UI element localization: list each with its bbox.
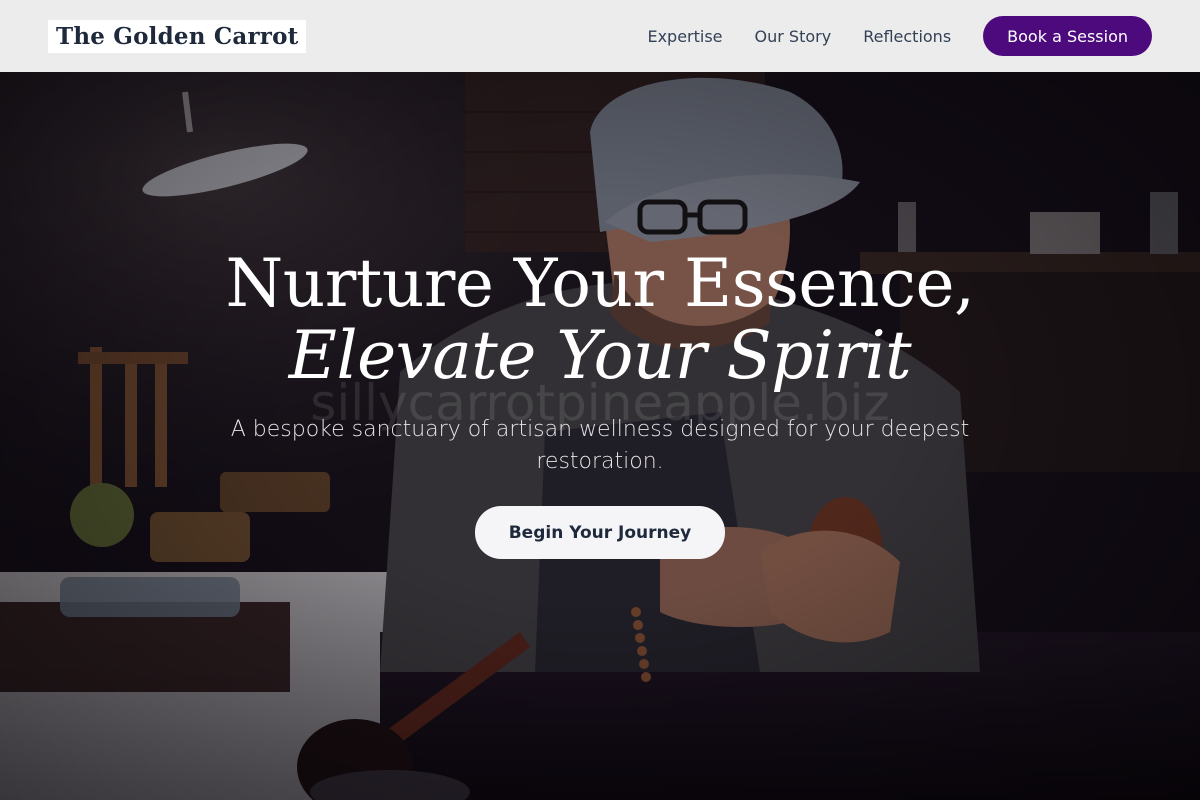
hero-content: Nurture Your Essence, Elevate Your Spiri… [0,248,1200,559]
nav-link-reflections[interactable]: Reflections [863,27,951,46]
hero-headline-line2: Elevate Your Spirit [288,317,912,394]
brand-logo[interactable]: The Golden Carrot [48,19,307,53]
book-session-button[interactable]: Book a Session [983,16,1152,56]
hero-section: sillycarrotpineapple.biz Nurture Your Es… [0,72,1200,800]
hero-headline: Nurture Your Essence, Elevate Your Spiri… [0,248,1200,392]
top-nav: The Golden Carrot Expertise Our Story Re… [0,0,1200,72]
hero-subtitle: A bespoke sanctuary of artisan wellness … [230,417,970,474]
begin-journey-button[interactable]: Begin Your Journey [475,506,725,559]
nav-link-expertise[interactable]: Expertise [647,27,722,46]
hero-headline-line1: Nurture Your Essence, [225,245,975,322]
nav-menu: Expertise Our Story Reflections Book a S… [647,16,1152,56]
nav-link-our-story[interactable]: Our Story [755,27,832,46]
